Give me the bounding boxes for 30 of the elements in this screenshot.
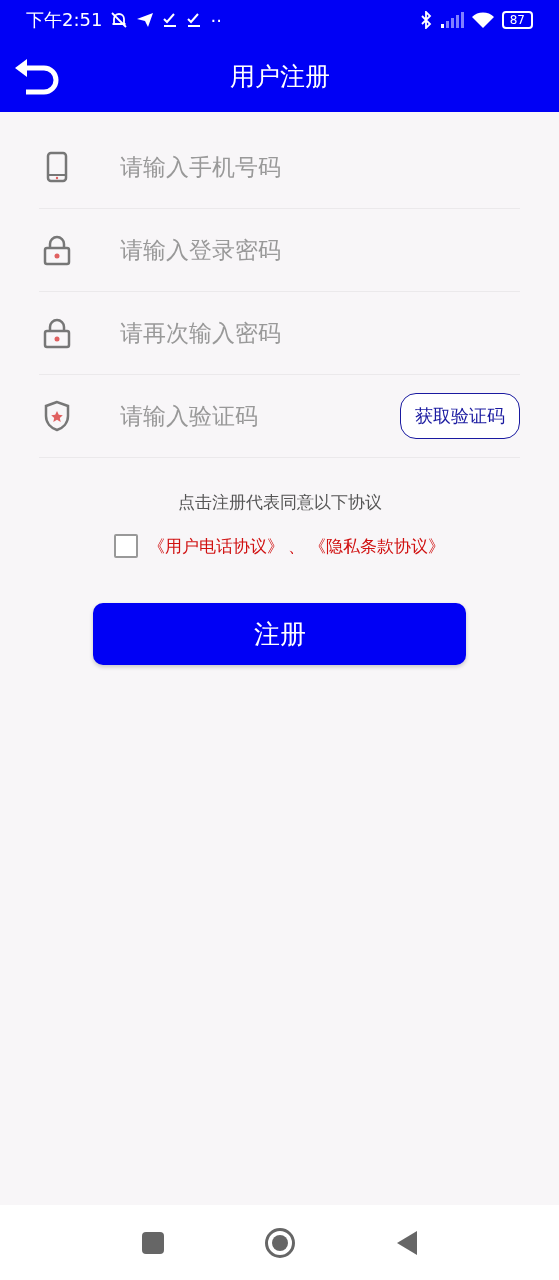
status-dots: ·· bbox=[210, 9, 222, 31]
bell-muted-icon bbox=[110, 11, 129, 29]
agreement-checkbox[interactable] bbox=[114, 534, 138, 558]
home-icon[interactable] bbox=[263, 1226, 296, 1259]
signal-icon bbox=[439, 12, 464, 28]
separator-text: 、 bbox=[288, 534, 305, 558]
back-nav-icon[interactable] bbox=[395, 1229, 418, 1256]
agreement-notice: 点击注册代表同意以下协议 bbox=[177, 491, 382, 514]
agreement-link[interactable]: 《用户电话协议》 bbox=[148, 534, 284, 558]
lock-icon bbox=[43, 234, 71, 266]
status-time: 下午2:51 bbox=[26, 8, 103, 32]
register-button[interactable]: 注册 bbox=[93, 603, 466, 665]
input-field[interactable]: 请再次输入密码 bbox=[118, 319, 520, 347]
lock-icon bbox=[43, 317, 71, 349]
check-icon bbox=[186, 12, 203, 28]
send-icon bbox=[136, 12, 155, 28]
wifi-icon bbox=[471, 11, 494, 29]
page-title: 用户注册 bbox=[229, 60, 330, 93]
shield-icon bbox=[44, 400, 70, 432]
input-field[interactable]: 请输入验证码 bbox=[118, 402, 400, 430]
agreement-link[interactable]: 《隐私条款协议》 bbox=[309, 534, 445, 558]
back-icon[interactable] bbox=[14, 58, 60, 96]
input-field[interactable]: 请输入登录密码 bbox=[118, 236, 520, 264]
bluetooth-icon bbox=[419, 11, 432, 29]
check-icon bbox=[162, 12, 179, 28]
phone-icon bbox=[46, 151, 68, 183]
get-code-button[interactable]: 获取验证码 bbox=[400, 393, 520, 439]
input-field[interactable]: 请输入手机号码 bbox=[118, 153, 520, 181]
recents-icon[interactable] bbox=[141, 1231, 164, 1254]
battery-indicator: 87 bbox=[501, 11, 533, 29]
